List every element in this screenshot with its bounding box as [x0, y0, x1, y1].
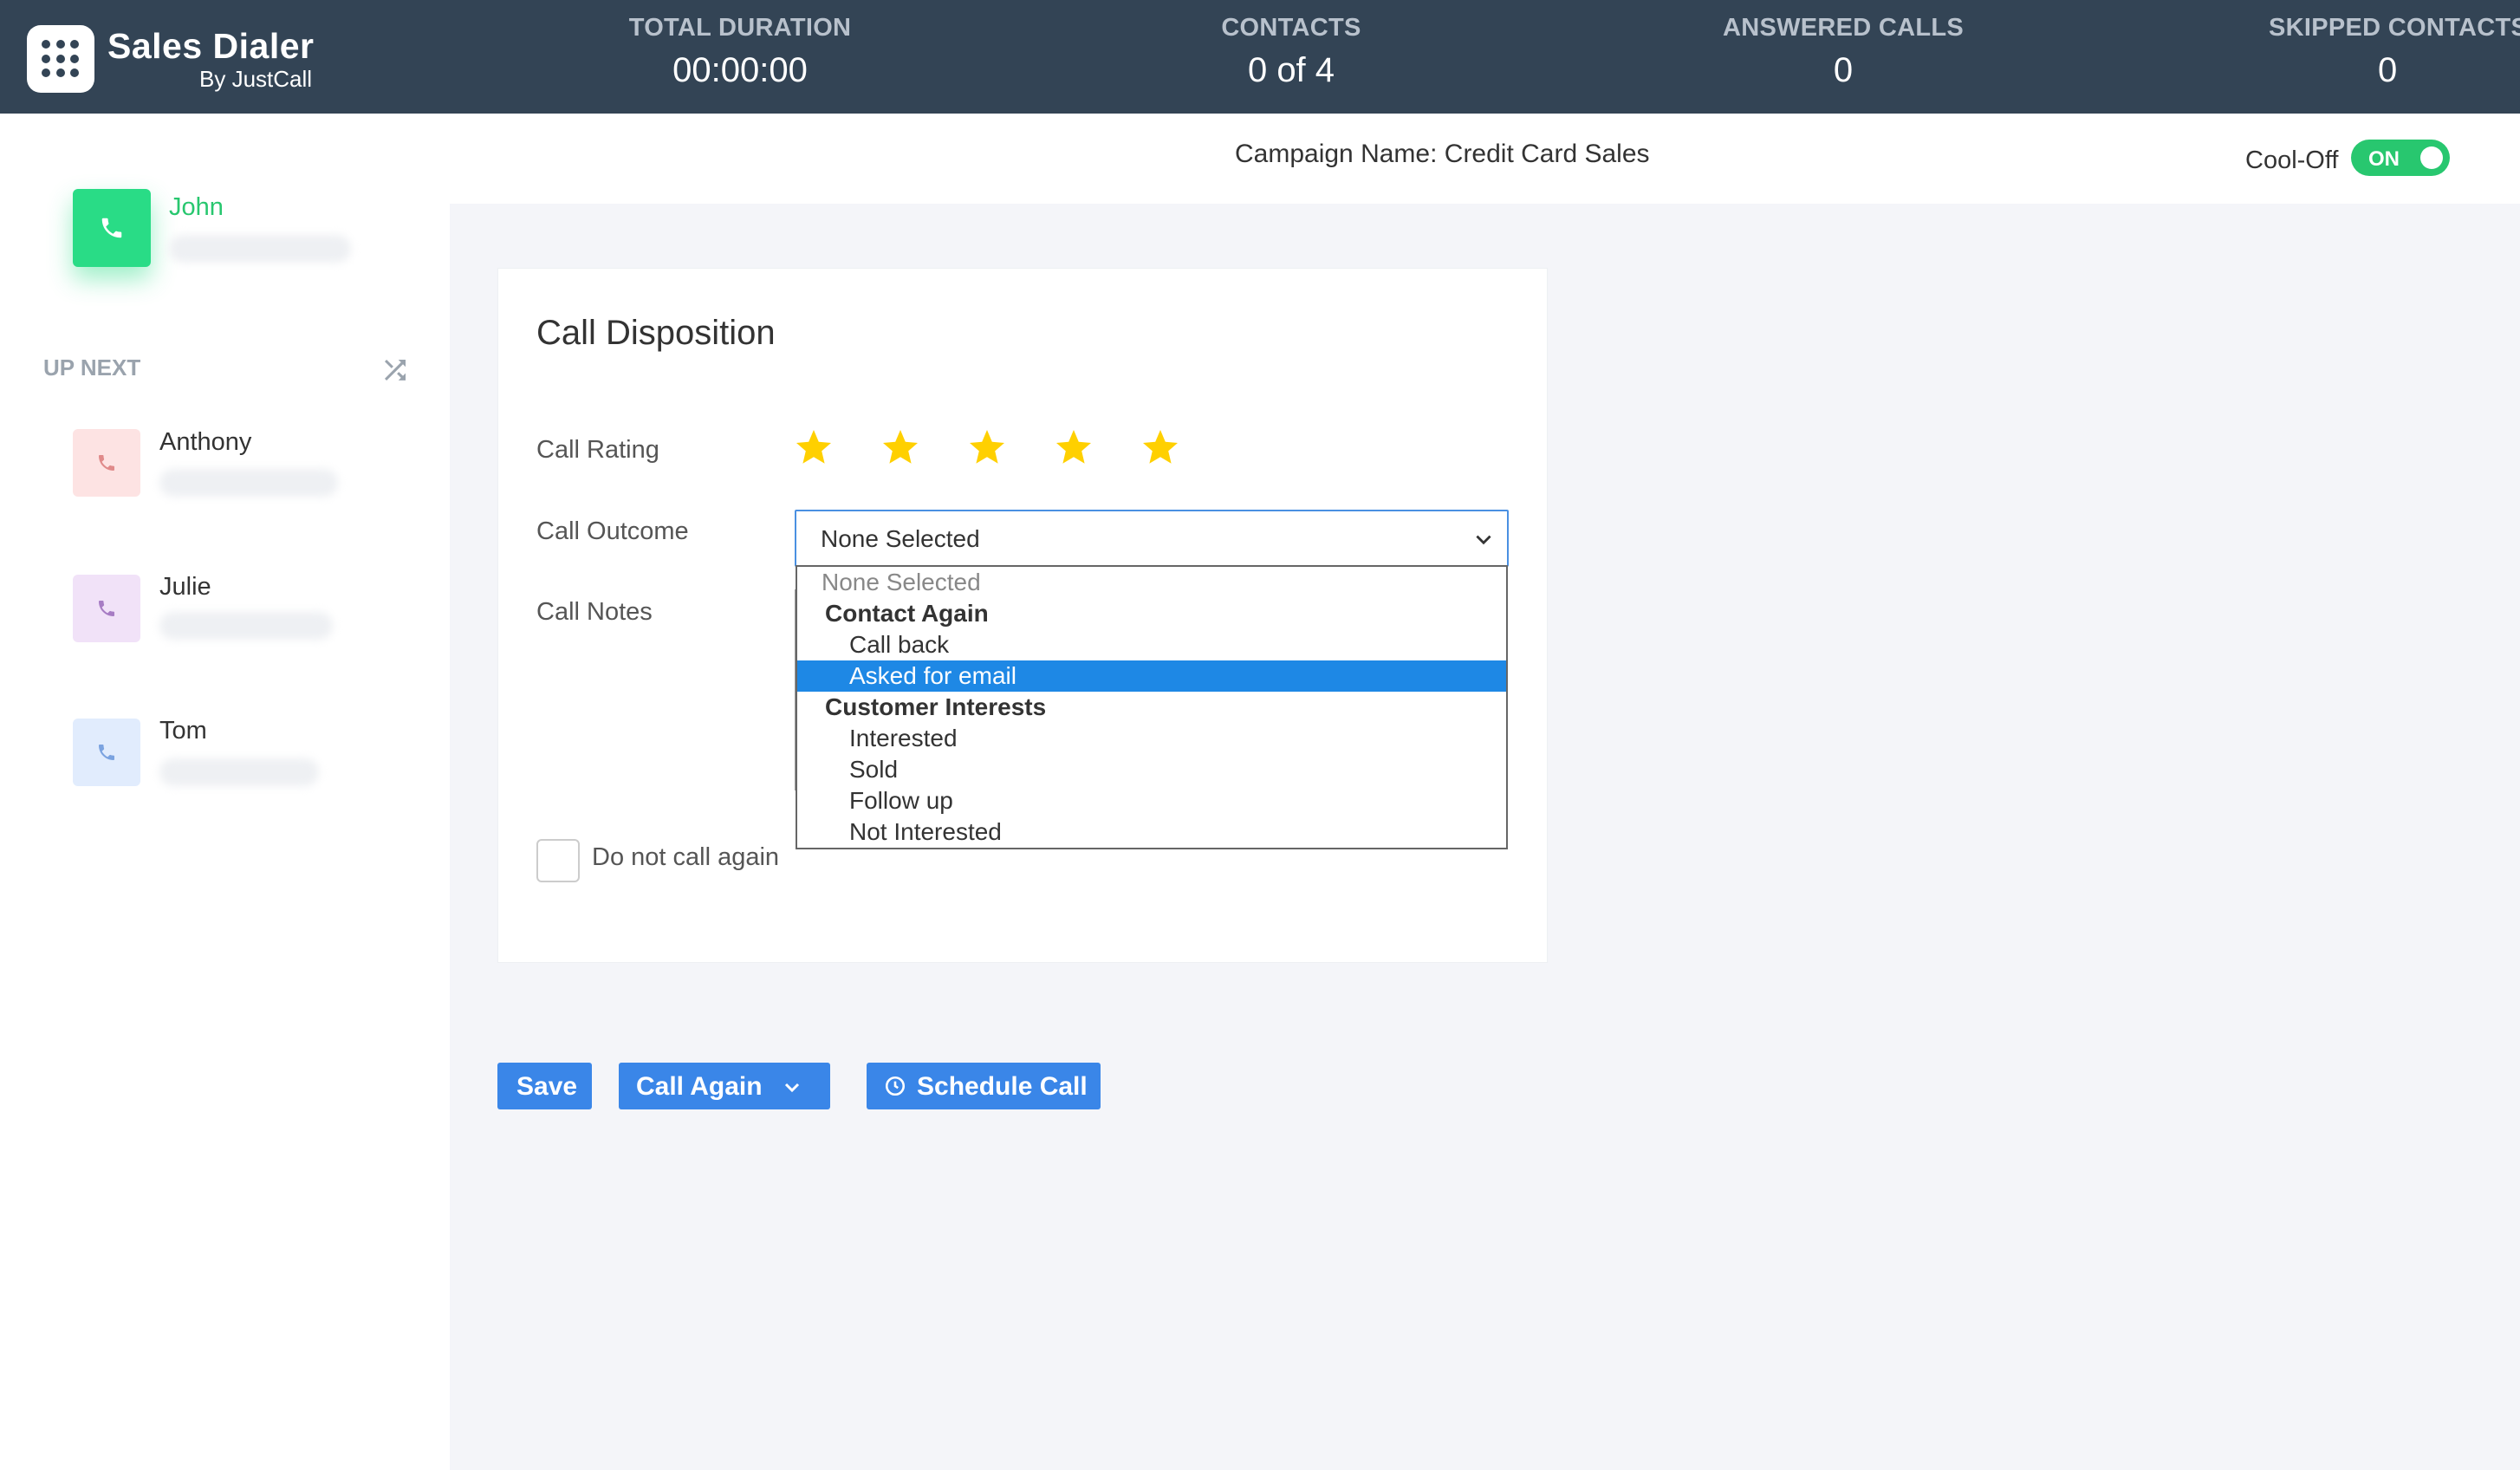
up-next-number [159, 612, 333, 640]
up-next-label: UP NEXT [43, 354, 141, 381]
stat-contacts: CONTACTS 0 of 4 [1221, 14, 1361, 89]
current-contact-number [169, 235, 351, 263]
up-next-name-tom[interactable]: Tom [159, 717, 207, 745]
call-rating-label: Call Rating [536, 436, 659, 464]
stat-answered-calls: ANSWERED CALLS 0 [1722, 14, 1965, 89]
call-outcome-dropdown: None Selected Contact Again Call back Asked… [796, 565, 1508, 849]
phone-icon [99, 455, 114, 471]
phone-icon [101, 218, 122, 238]
save-button[interactable]: Save [497, 1063, 592, 1109]
campaign-bar: Campaign Name: Credit Card Sales Cool-Of… [450, 114, 2520, 204]
cooloff-label: Cool-Off [2245, 146, 2339, 174]
stat-skipped-contacts: SKIPPED CONTACTS 0 [2269, 14, 2520, 89]
up-next-call-button-anthony[interactable] [73, 429, 140, 497]
top-header: Sales Dialer By JustCall TOTAL DURATION … [0, 0, 2520, 114]
star-icon[interactable] [966, 426, 1008, 468]
clock-icon [885, 1076, 906, 1096]
up-next-call-button-tom[interactable] [73, 719, 140, 786]
up-next-number [159, 469, 338, 497]
up-next-number [159, 758, 319, 786]
star-icon[interactable] [1053, 426, 1094, 468]
dropdown-option[interactable]: Sold [797, 754, 1506, 785]
dropdown-option[interactable]: Call back [797, 629, 1506, 660]
dropdown-option[interactable]: Not Interested [797, 816, 1506, 848]
do-not-call-checkbox[interactable] [536, 839, 580, 882]
call-again-button[interactable]: Call Again [619, 1063, 830, 1109]
dropdown-optgroup: Contact Again [825, 600, 989, 627]
star-icon[interactable] [880, 426, 921, 468]
app-grid-icon[interactable] [27, 25, 94, 93]
card-title: Call Disposition [536, 314, 776, 352]
chevron-down-icon [1476, 535, 1491, 545]
shuffle-icon[interactable] [380, 354, 411, 386]
call-outcome-value: None Selected [821, 525, 980, 552]
up-next-call-button-julie[interactable] [73, 575, 140, 642]
brand-name: Sales Dialer [107, 26, 315, 66]
current-contact-call-button[interactable] [73, 189, 151, 267]
stat-total-duration: TOTAL DURATION 00:00:00 [628, 14, 852, 89]
campaign-name: Campaign Name: Credit Card Sales [1235, 140, 1650, 168]
dropdown-option[interactable]: Interested [797, 723, 1506, 754]
star-icon[interactable] [793, 426, 835, 468]
toggle-knob [2420, 146, 2443, 169]
up-next-name-julie[interactable]: Julie [159, 573, 211, 602]
call-outcome-label: Call Outcome [536, 517, 689, 545]
call-rating-stars [793, 426, 1181, 468]
chevron-down-icon [784, 1083, 800, 1093]
phone-icon [99, 745, 114, 760]
cooloff-state: ON [2368, 147, 2400, 171]
brand-subtitle: By JustCall [199, 66, 313, 92]
dropdown-option[interactable]: None Selected [797, 567, 1506, 598]
call-notes-label: Call Notes [536, 598, 653, 626]
do-not-call-label: Do not call again [592, 843, 780, 871]
call-outcome-select[interactable]: None Selected [795, 510, 1509, 567]
dropdown-optgroup: Customer Interests [825, 693, 1047, 720]
up-next-name-anthony[interactable]: Anthony [159, 428, 251, 457]
current-contact-name[interactable]: John [169, 193, 224, 222]
star-icon[interactable] [1140, 426, 1181, 468]
dropdown-option[interactable]: Asked for email [797, 660, 1506, 692]
phone-icon [99, 601, 114, 616]
dropdown-option[interactable]: Follow up [797, 785, 1506, 816]
schedule-call-button[interactable]: Schedule Call [867, 1063, 1101, 1109]
cooloff-toggle[interactable]: ON [2351, 140, 2450, 176]
contact-sidebar: John UP NEXT Anthony Julie Tom [0, 114, 450, 1470]
